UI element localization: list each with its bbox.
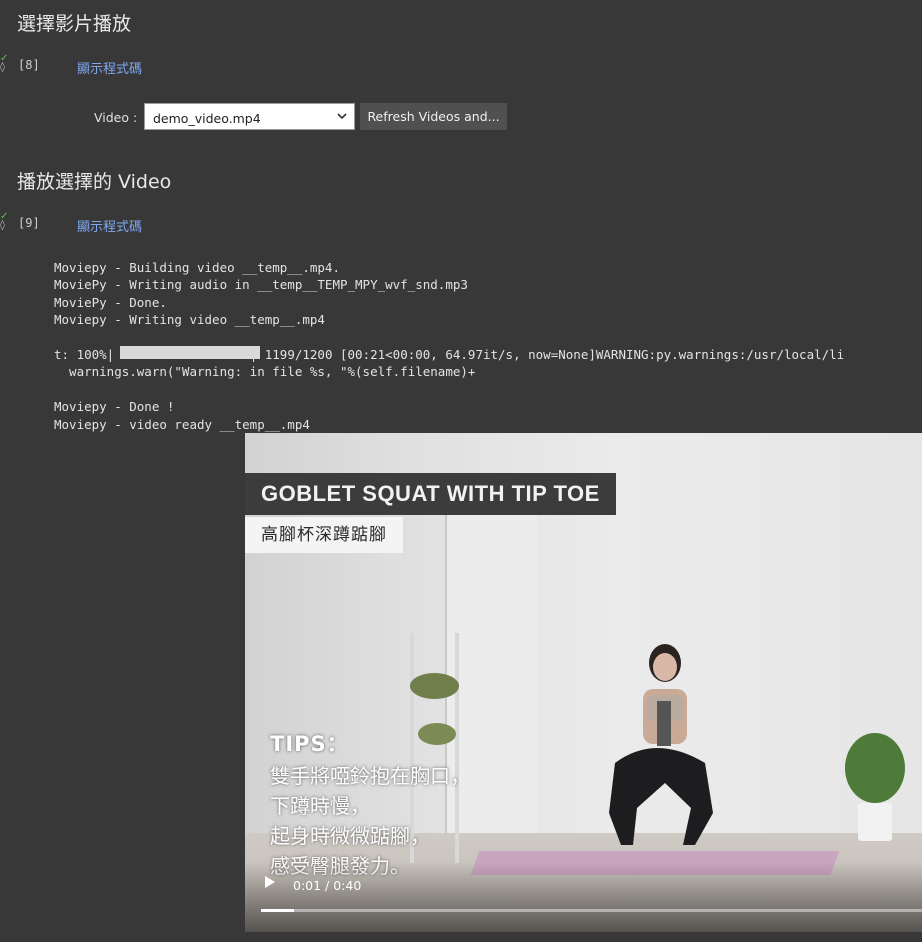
video-frame-potted-plant	[840, 733, 910, 843]
video-select-value: demo_video.mp4	[153, 111, 261, 126]
cell-run-status-icon: ✓ ◊	[0, 211, 9, 231]
tips-caption: TIPS： 雙手將啞鈴抱在胸口， 下蹲時慢， 起身時微微踮腳， 感受臀腿發力。	[270, 729, 470, 881]
exercise-title-zh: 高腳杯深蹲踮腳	[245, 517, 403, 553]
play-icon[interactable]	[265, 876, 275, 888]
tips-heading: TIPS：	[270, 732, 349, 756]
cell-execution-count: [9]	[18, 216, 40, 230]
chevron-down-icon	[337, 113, 347, 120]
log-lines-done: Moviepy - Done ! Moviepy - video ready _…	[54, 399, 310, 432]
cell-execution-count: [8]	[18, 58, 40, 72]
progress-prefix: t: 100%|	[54, 347, 115, 363]
section-heading-select-video: 選擇影片播放	[17, 13, 132, 35]
section-heading-play-video: 播放選擇的 Video	[17, 171, 172, 193]
video-controls-bar	[245, 862, 922, 932]
video-seek-bar[interactable]	[261, 909, 922, 912]
video-frame-person	[609, 644, 713, 845]
video-select-dropdown[interactable]: demo_video.mp4	[144, 103, 355, 130]
log-lines-build: Moviepy - Building video __temp__.mp4. M…	[54, 260, 468, 328]
cell-run-status-icon: ✓ ◊	[0, 53, 9, 73]
tips-line: 雙手將啞鈴抱在胸口，	[270, 764, 470, 788]
tips-line: 下蹲時慢，	[270, 794, 370, 818]
refresh-videos-button[interactable]: Refresh Videos and...	[360, 103, 507, 130]
video-player[interactable]: GOBLET SQUAT WITH TIP TOE 高腳杯深蹲踮腳 TIPS： …	[245, 433, 922, 932]
show-code-link[interactable]: 顯示程式碼	[77, 58, 142, 77]
video-dropdown-label: Video :	[94, 110, 138, 125]
warning-line: warnings.warn("Warning: in file %s, "%(s…	[54, 364, 476, 380]
progress-bar	[120, 346, 260, 359]
video-seek-progress	[261, 909, 295, 912]
exercise-title-en: GOBLET SQUAT WITH TIP TOE	[245, 473, 616, 515]
progress-suffix: | 1199/1200 [00:21<00:00, 64.97it/s, now…	[249, 347, 845, 363]
video-timecode: 0:01 / 0:40	[293, 878, 362, 893]
tips-line: 起身時微微踮腳，	[270, 824, 430, 848]
show-code-link[interactable]: 顯示程式碼	[77, 216, 142, 235]
